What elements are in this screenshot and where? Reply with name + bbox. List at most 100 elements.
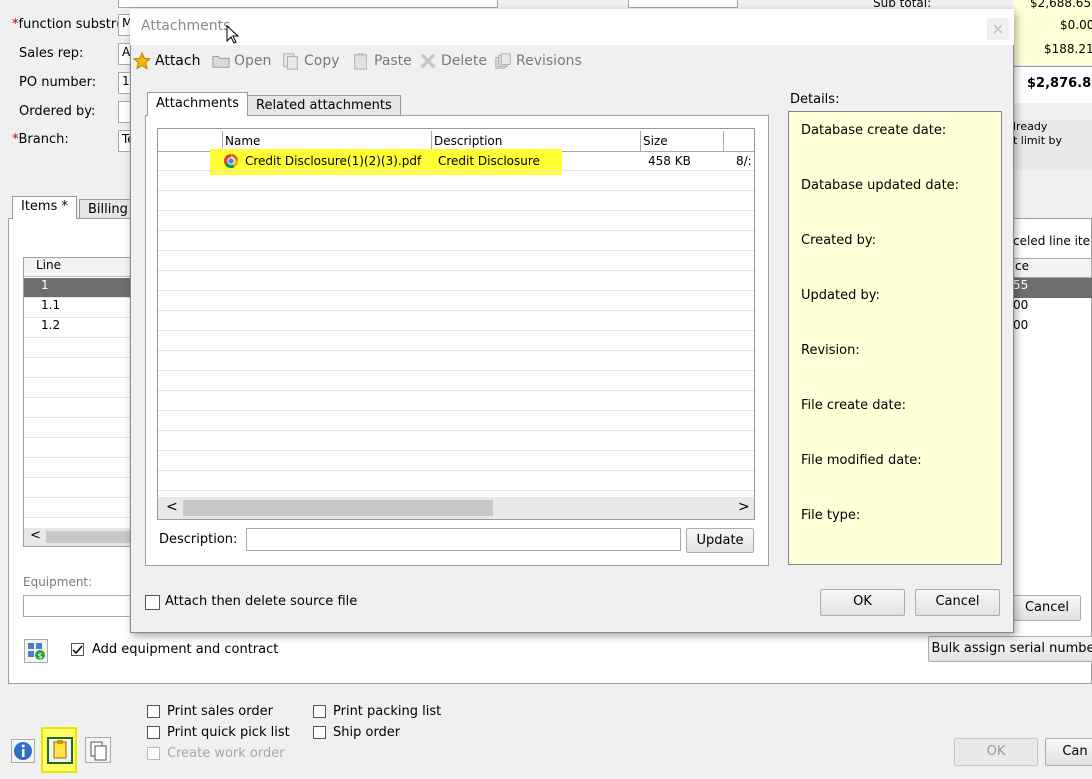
- equipment-input[interactable]: [23, 595, 133, 617]
- bulk-assign-serial-button[interactable]: Bulk assign serial numbe: [928, 636, 1092, 662]
- tab-related-attachments[interactable]: Related attachments: [247, 95, 401, 116]
- table-row: [24, 438, 132, 458]
- table-row: [158, 271, 754, 291]
- table-row: [158, 291, 754, 311]
- info-icon: [14, 742, 32, 760]
- equipment-money-icon: $: [28, 643, 45, 661]
- info-button[interactable]: [11, 739, 35, 763]
- price-cell: 00: [1013, 318, 1029, 332]
- print-sales-order-checkbox[interactable]: [147, 705, 160, 718]
- freight-amount: $188.21: [1044, 42, 1092, 56]
- subtotal-amount: $2,688.65: [1030, 0, 1092, 10]
- toolbar-open[interactable]: Open: [212, 50, 271, 72]
- toolbar-delete[interactable]: Delete: [419, 50, 487, 72]
- table-row[interactable]: Credit Disclosure(1)(2)(3).pdf Credit Di…: [158, 151, 754, 171]
- table-row: [158, 191, 754, 211]
- attach-delete-source-label: Attach then delete source file: [165, 594, 358, 609]
- scroll-left-icon[interactable]: <: [30, 528, 41, 543]
- create-work-order-checkbox[interactable]: [147, 747, 160, 760]
- add-equipment-checkbox[interactable]: [71, 643, 84, 656]
- attachment-document-icon: [53, 740, 67, 759]
- detail-updated-by: Updated by:: [801, 288, 880, 303]
- scroll-thumb[interactable]: [183, 500, 493, 516]
- grid-header-price[interactable]: ce: [1010, 258, 1092, 278]
- svg-text:$: $: [38, 652, 43, 661]
- column-name[interactable]: Name: [225, 134, 260, 148]
- detail-file-modified-date: File modified date:: [801, 453, 922, 468]
- add-equipment-label: Add equipment and contract: [92, 642, 279, 657]
- attachments-button[interactable]: [47, 737, 73, 764]
- table-row: [24, 378, 132, 398]
- copy-icon: [90, 741, 107, 761]
- update-button[interactable]: Update: [686, 528, 754, 553]
- background-cancel-bottom-button[interactable]: Can: [1045, 738, 1092, 766]
- toolbar-paste[interactable]: Paste: [352, 50, 412, 72]
- tax-amount: $0.00: [1060, 18, 1092, 32]
- scroll-right-icon[interactable]: >: [738, 499, 750, 515]
- table-row: [158, 331, 754, 351]
- description-field-top[interactable]: [118, 0, 498, 8]
- equipment-grid-button[interactable]: $: [24, 639, 48, 663]
- table-row[interactable]: 1.1: [24, 298, 132, 318]
- dialog-title: Attachments: [141, 18, 231, 34]
- details-label: Details:: [790, 92, 840, 107]
- grid-header-line[interactable]: Line: [24, 258, 132, 277]
- delete-x-icon: [420, 53, 436, 69]
- date-field-top[interactable]: [628, 0, 738, 8]
- items-grid[interactable]: Line 1 1.1 1.2 <: [23, 257, 133, 547]
- attach-delete-source-checkbox[interactable]: [145, 595, 160, 610]
- clipboard-icon: [354, 52, 367, 70]
- total-box: $2,876.86: [1013, 66, 1092, 103]
- table-row: [24, 338, 132, 358]
- detail-created-by: Created by:: [801, 233, 876, 248]
- copy-icon: [283, 53, 298, 70]
- po-number-label: PO number:: [19, 75, 97, 90]
- print-packing-list-checkbox[interactable]: [313, 705, 326, 718]
- scroll-left-icon[interactable]: <: [166, 499, 178, 515]
- table-row: [24, 478, 132, 498]
- attachments-list[interactable]: Name Description Size Credit Disclosure(…: [157, 128, 755, 520]
- credit-note-line1: lready: [1013, 120, 1048, 133]
- background-ok-button[interactable]: OK: [954, 738, 1038, 766]
- ship-order-label: Ship order: [333, 725, 401, 740]
- table-row: [158, 251, 754, 271]
- copy-order-button[interactable]: [85, 737, 111, 763]
- dialog-close-button[interactable]: [987, 18, 1009, 40]
- toolbar-revisions[interactable]: Revisions: [494, 50, 582, 72]
- ship-order-checkbox[interactable]: [313, 726, 326, 739]
- column-size[interactable]: Size: [643, 134, 668, 148]
- dialog-ok-button[interactable]: OK: [820, 589, 905, 616]
- dialog-cancel-button[interactable]: Cancel: [915, 589, 1000, 616]
- background-cancel-button[interactable]: Cancel: [1013, 595, 1081, 621]
- table-row: [24, 458, 132, 478]
- toolbar-copy[interactable]: Copy: [282, 50, 340, 72]
- print-quick-pick-checkbox[interactable]: [147, 726, 160, 739]
- star-icon: [133, 52, 151, 70]
- mouse-cursor-icon: [226, 25, 240, 44]
- column-description[interactable]: Description: [434, 134, 502, 148]
- create-work-order-label: Create work order: [167, 746, 285, 761]
- file-size: 458 KB: [648, 154, 691, 168]
- detail-db-updated-date: Database updated date:: [801, 178, 960, 193]
- list-horizontal-scrollbar[interactable]: < >: [158, 497, 754, 519]
- print-quick-pick-label: Print quick pick list: [167, 725, 290, 740]
- tab-items[interactable]: Items *: [12, 196, 77, 219]
- toolbar-attach[interactable]: Attach: [133, 50, 200, 72]
- table-row: [158, 471, 754, 491]
- close-icon: [993, 24, 1003, 34]
- table-row: [24, 358, 132, 378]
- detail-file-type: File type:: [801, 508, 861, 523]
- scroll-thumb[interactable]: [46, 531, 132, 543]
- tab-attachments[interactable]: Attachments: [147, 92, 248, 116]
- table-row[interactable]: 1.2: [24, 318, 132, 338]
- description-input[interactable]: [246, 528, 681, 551]
- table-row[interactable]: 1: [24, 278, 132, 298]
- price-cell: 00: [1013, 298, 1029, 312]
- tab-billing[interactable]: Billing: [79, 199, 137, 219]
- grid-scrollbar[interactable]: <: [24, 528, 132, 546]
- file-description: Credit Disclosure: [438, 154, 540, 168]
- table-row: [158, 171, 754, 191]
- description-label: Description:: [159, 532, 238, 547]
- print-packing-list-label: Print packing list: [333, 704, 442, 719]
- table-row: [158, 391, 754, 411]
